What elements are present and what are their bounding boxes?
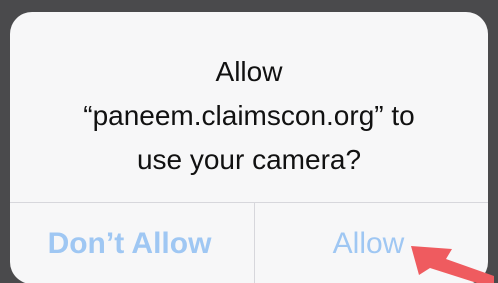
alert-title-line-1: Allow bbox=[215, 56, 283, 87]
allow-button[interactable]: Allow bbox=[249, 203, 488, 283]
alert-title-line-2: “paneem.claimscon.org” to bbox=[83, 100, 415, 131]
alert-title-line-3: use your camera? bbox=[136, 144, 362, 175]
dont-allow-button[interactable]: Don’t Allow bbox=[10, 203, 249, 283]
camera-permission-screen: Allow “paneem.claimscon.org” to use your… bbox=[0, 0, 498, 283]
alert-divider-vertical bbox=[254, 203, 255, 283]
alert-message: Allow “paneem.claimscon.org” to use your… bbox=[10, 12, 488, 202]
alert-button-row: Don’t Allow Allow bbox=[10, 203, 488, 283]
camera-permission-alert: Allow “paneem.claimscon.org” to use your… bbox=[10, 12, 488, 283]
